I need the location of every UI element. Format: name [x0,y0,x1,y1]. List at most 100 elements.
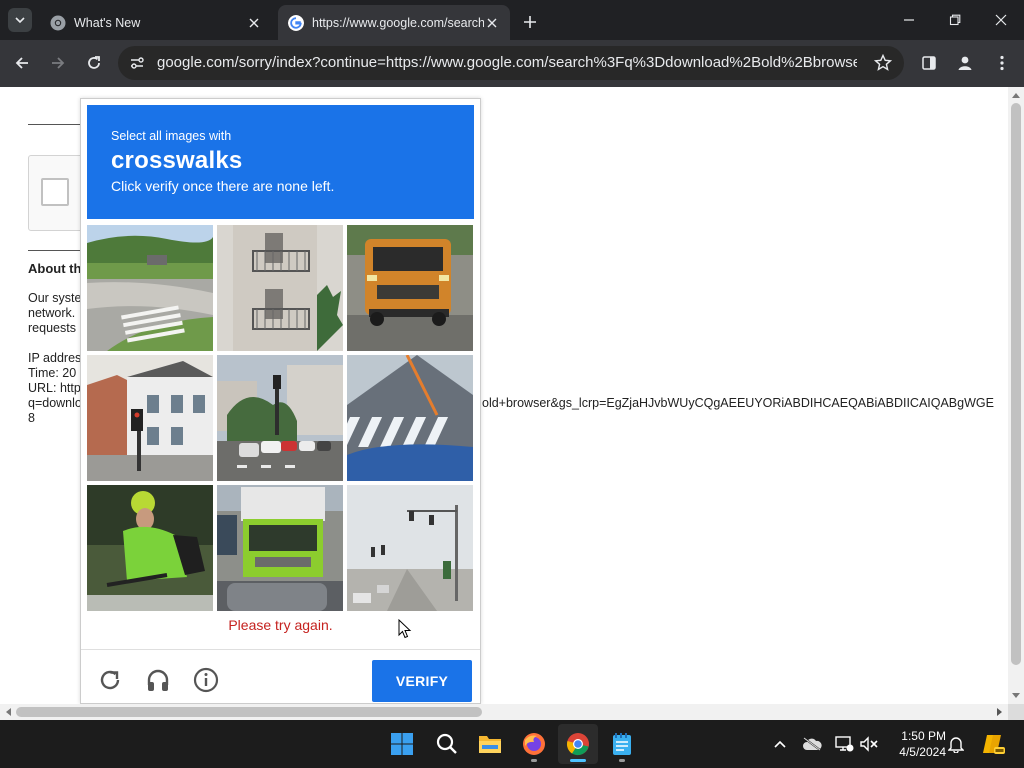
site-settings-icon[interactable] [128,54,146,72]
image-tile-balconies[interactable] [217,225,343,351]
help-button[interactable] [191,665,221,695]
start-button[interactable] [382,724,422,764]
side-panel-icon [922,56,936,70]
chevron-up-icon [774,740,786,748]
recaptcha-challenge: Select all images with crosswalks Click … [80,98,481,704]
restore-icon [949,14,961,26]
url-overflow-text: old+browser&gs_lcrp=EgZjaHJvbWUyCQgAEEUY… [482,396,994,410]
speaker-muted-icon [860,736,878,752]
image-tile-school-bus[interactable] [347,225,473,351]
about-line-1: Our syste [28,291,82,305]
arrow-right-icon [52,57,65,69]
tab-strip: What's New https://www.google.com/search [0,0,1024,40]
divider [28,124,80,125]
copilot-button[interactable] [980,732,1006,756]
clock-time: 1:50 PM [901,729,946,743]
vertical-scrollbar[interactable] [1008,87,1024,704]
scroll-left-icon[interactable] [0,704,16,720]
address-url: google.com/sorry/index?continue=https://… [157,54,857,71]
copilot-icon [983,735,1005,754]
verify-button[interactable]: VERIFY [372,660,472,702]
cloud-offline-icon [803,737,822,751]
address-bar[interactable]: google.com/sorry/index?continue=https://… [118,46,904,80]
taskbar-search-button[interactable] [427,724,467,764]
reload-button[interactable] [79,48,109,78]
headphones-icon [147,669,169,691]
instruction-line-1: Select all images with [111,129,232,143]
close-tab-icon[interactable] [484,15,500,31]
restore-button[interactable] [932,0,978,40]
tab-title: What's New [74,15,141,30]
about-line-3: requests [28,321,76,335]
tab-google-search[interactable]: https://www.google.com/search [278,5,510,40]
chrome-button[interactable] [558,724,598,764]
plus-icon [524,16,536,28]
image-tile-street-houses[interactable] [87,355,213,481]
image-tile-cyclist[interactable] [87,485,213,611]
tab-title: https://www.google.com/search [312,15,484,30]
firefox-button[interactable] [514,724,554,764]
profile-button[interactable] [950,48,980,78]
notepad-button[interactable] [602,724,642,764]
close-tab-icon[interactable] [246,15,262,31]
minimize-icon [904,19,914,21]
image-tile-road-junction[interactable] [87,225,213,351]
menu-button[interactable] [987,48,1017,78]
forward-button[interactable] [43,48,73,78]
image-tile-intersection[interactable] [347,485,473,611]
scroll-up-icon[interactable] [1008,87,1024,103]
notepad-icon [613,733,631,755]
image-tile-city-street[interactable] [217,355,343,481]
recaptcha-checkbox[interactable] [41,178,69,206]
windows-taskbar: 1:50 PM 4/5/2024 [0,720,1024,768]
chrome-icon [566,733,589,756]
tab-search-button[interactable] [8,8,32,32]
url-tail: 8 [28,411,35,425]
scroll-down-icon[interactable] [1008,688,1024,704]
tab-whats-new[interactable]: What's New [40,5,272,40]
ip-label: IP addres [28,351,82,365]
image-tile-blue-crosswalk[interactable] [347,355,473,481]
minimize-button[interactable] [886,0,932,40]
scroll-right-icon[interactable] [992,704,1008,720]
scroll-corner [1008,704,1024,720]
onedrive-tray-button[interactable] [800,732,824,756]
notifications-button[interactable] [944,732,968,756]
challenge-header: Select all images with crosswalks Click … [87,105,474,219]
system-clock[interactable]: 1:50 PM 4/5/2024 [882,728,946,760]
bookmark-star-icon[interactable] [874,54,892,72]
profile-icon [958,56,972,70]
vertical-scroll-thumb[interactable] [1011,103,1021,665]
network-tray-button[interactable] [832,732,856,756]
image-tile-green-truck[interactable] [217,485,343,611]
bell-icon [948,737,964,753]
close-icon [995,14,1007,26]
horizontal-scroll-thumb[interactable] [16,707,482,717]
footer-divider [81,649,480,650]
instruction-line-2: Click verify once there are none left. [111,178,335,194]
windows-logo-icon [391,733,413,755]
error-message: Please try again. [228,617,333,633]
about-heading: About th [28,261,82,276]
mouse-cursor-icon [398,619,412,639]
url-continuation: q=downlo [28,396,82,410]
new-tab-button[interactable] [518,10,542,34]
side-panel-button[interactable] [914,48,944,78]
reload-icon [88,56,100,69]
refresh-icon [100,670,120,690]
back-button[interactable] [7,48,37,78]
audio-challenge-button[interactable] [143,665,173,695]
more-vertical-icon [1000,55,1004,71]
horizontal-scrollbar[interactable] [0,704,1008,720]
firefox-icon [523,733,545,755]
network-icon [835,736,854,752]
show-hidden-icons-button[interactable] [768,732,792,756]
google-g-icon [288,14,304,31]
clock-date: 4/5/2024 [899,745,946,759]
file-explorer-button[interactable] [470,724,510,764]
reload-challenge-button[interactable] [95,665,125,695]
chevron-down-icon [15,17,25,24]
info-icon [193,667,219,693]
close-window-button[interactable] [978,0,1024,40]
volume-tray-button[interactable] [857,732,881,756]
